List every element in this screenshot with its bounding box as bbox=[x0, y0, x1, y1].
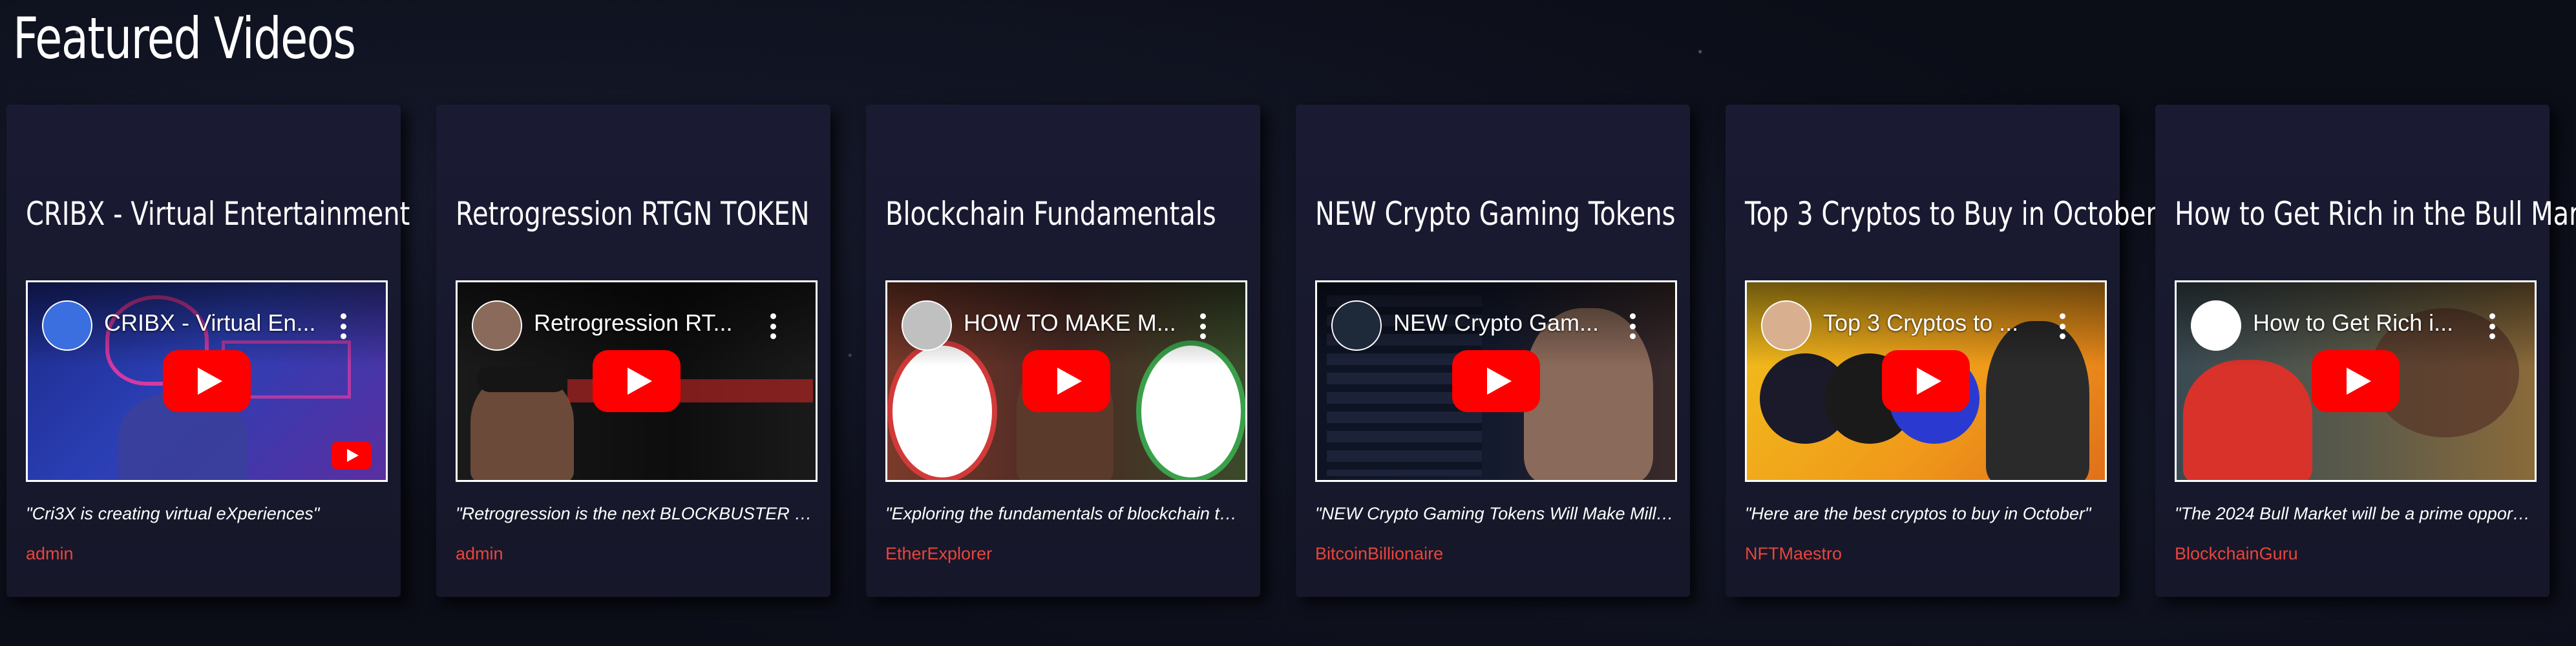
video-embed[interactable]: HOW TO MAKE M... bbox=[885, 280, 1247, 482]
more-options-icon[interactable] bbox=[1199, 313, 1207, 339]
video-card: CRIBX - Virtual Entertainment CRIBX - Vi… bbox=[6, 105, 410, 597]
video-card-list: CRIBX - Virtual Entertainment CRIBX - Vi… bbox=[6, 105, 2576, 597]
card-title: Top 3 Cryptos to Buy in October bbox=[1745, 195, 2157, 233]
section-title: Featured Videos bbox=[13, 5, 356, 72]
play-button[interactable] bbox=[593, 350, 681, 412]
video-card: Retrogression RTGN TOKEN Retrogression R… bbox=[436, 105, 830, 597]
video-title[interactable]: Top 3 Cryptos to ... bbox=[1823, 309, 2056, 337]
play-button[interactable] bbox=[1452, 350, 1540, 412]
play-button[interactable] bbox=[2312, 350, 2400, 412]
more-options-icon[interactable] bbox=[1629, 313, 1636, 339]
play-button[interactable] bbox=[163, 350, 251, 412]
card-title: How to Get Rich in the Bull Market bbox=[2175, 195, 2576, 233]
video-embed[interactable]: NEW Crypto Gam... bbox=[1315, 280, 1677, 482]
channel-avatar[interactable] bbox=[472, 300, 522, 351]
video-quote: "Cri3X is creating virtual eXperiences" bbox=[26, 504, 320, 523]
card-title: NEW Crypto Gaming Tokens bbox=[1315, 195, 1676, 233]
video-quote: "Exploring the fundamentals of blockchai… bbox=[885, 504, 1244, 523]
more-options-icon[interactable] bbox=[769, 313, 777, 339]
video-card: Top 3 Cryptos to Buy in October Top 3 Cr… bbox=[1726, 105, 2157, 597]
video-quote: "The 2024 Bull Market will be a prime op… bbox=[2175, 504, 2533, 523]
channel-avatar[interactable] bbox=[1331, 300, 1382, 351]
author-link[interactable]: admin bbox=[456, 544, 503, 564]
video-quote: "Retrogression is the next BLOCKBUSTER t… bbox=[456, 504, 814, 523]
video-title[interactable]: NEW Crypto Gam... bbox=[1393, 309, 1626, 337]
more-options-icon[interactable] bbox=[2058, 313, 2066, 339]
video-quote: "Here are the best cryptos to buy in Oct… bbox=[1745, 504, 2091, 523]
video-title[interactable]: HOW TO MAKE M... bbox=[964, 309, 1196, 337]
card-title: Blockchain Fundamentals bbox=[885, 195, 1216, 233]
video-embed[interactable]: Retrogression RT... bbox=[456, 280, 818, 482]
video-card: Blockchain Fundamentals HOW TO MAKE M...… bbox=[866, 105, 1260, 597]
channel-avatar[interactable] bbox=[2191, 300, 2241, 351]
more-options-icon[interactable] bbox=[2488, 313, 2496, 339]
author-link[interactable]: NFTMaestro bbox=[1745, 544, 1842, 564]
author-link[interactable]: BlockchainGuru bbox=[2175, 544, 2298, 564]
author-link[interactable]: BitcoinBillionaire bbox=[1315, 544, 1443, 564]
play-button[interactable] bbox=[1882, 350, 1970, 412]
card-title: CRIBX - Virtual Entertainment bbox=[26, 195, 410, 233]
more-options-icon[interactable] bbox=[339, 313, 347, 339]
video-embed[interactable]: How to Get Rich i... bbox=[2175, 280, 2537, 482]
channel-avatar[interactable] bbox=[42, 300, 92, 351]
play-button[interactable] bbox=[1022, 350, 1110, 412]
video-title[interactable]: How to Get Rich i... bbox=[2253, 309, 2486, 337]
author-link[interactable]: admin bbox=[26, 544, 74, 564]
author-link[interactable]: EtherExplorer bbox=[885, 544, 992, 564]
video-embed[interactable]: CRIBX - Virtual En... bbox=[26, 280, 388, 482]
youtube-logo-icon[interactable] bbox=[332, 441, 372, 470]
video-card: How to Get Rich in the Bull Market How t… bbox=[2155, 105, 2576, 597]
card-title: Retrogression RTGN TOKEN bbox=[456, 195, 810, 233]
video-embed[interactable]: Top 3 Cryptos to ... bbox=[1745, 280, 2107, 482]
channel-avatar[interactable] bbox=[1761, 300, 1811, 351]
channel-avatar[interactable] bbox=[902, 300, 952, 351]
video-quote: "NEW Crypto Gaming Tokens Will Make Mill… bbox=[1315, 504, 1674, 523]
video-title[interactable]: CRIBX - Virtual En... bbox=[104, 309, 337, 337]
video-card: NEW Crypto Gaming Tokens NEW Crypto Gam.… bbox=[1296, 105, 1690, 597]
video-title[interactable]: Retrogression RT... bbox=[534, 309, 766, 337]
